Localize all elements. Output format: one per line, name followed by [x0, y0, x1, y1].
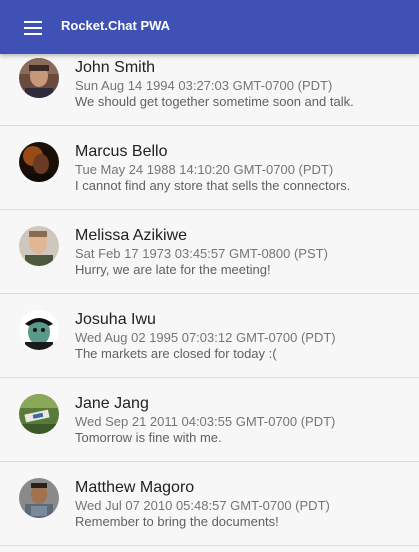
message-text: Tomorrow is fine with me. [75, 430, 222, 445]
message-date: Sun Aug 14 1994 03:27:03 GMT-0700 (PDT) [75, 78, 333, 93]
message-date: Wed Jul 07 2010 05:48:57 GMT-0700 (PDT) [75, 498, 330, 513]
contact-name: Melissa Azikiwe [75, 227, 188, 244]
message-date: Wed Sep 21 2011 04:03:55 GMT-0700 (PDT) [75, 414, 336, 429]
message-text: The markets are closed for today :( [75, 346, 277, 361]
app-title: Rocket.Chat PWA [61, 18, 171, 33]
message-text: I cannot find any store that sells the c… [75, 178, 351, 193]
list-item[interactable]: Josuha Iwu Wed Aug 02 1995 07:03:12 GMT-… [0, 294, 419, 378]
avatar [19, 478, 59, 518]
list-item[interactable]: Marcus Bello Tue May 24 1988 14:10:20 GM… [0, 126, 419, 210]
message-list: John Smith Sun Aug 14 1994 03:27:03 GMT-… [0, 42, 419, 546]
contact-name: Jane Jang [75, 395, 149, 412]
contact-name: Matthew Magoro [75, 479, 195, 496]
menu-icon[interactable] [19, 17, 47, 39]
avatar [19, 226, 59, 266]
contact-name: Marcus Bello [75, 143, 168, 160]
list-item[interactable]: Jane Jang Wed Sep 21 2011 04:03:55 GMT-0… [0, 378, 419, 462]
message-date: Sat Feb 17 1973 03:45:57 GMT-0800 (PST) [75, 246, 328, 261]
app-root: Rocket.Chat PWA John Smith Sun Aug 14 19… [0, 0, 419, 552]
avatar [19, 58, 59, 98]
message-text: We should get together sometime soon and… [75, 94, 354, 109]
message-date: Wed Aug 02 1995 07:03:12 GMT-0700 (PDT) [75, 330, 336, 345]
list-item[interactable]: John Smith Sun Aug 14 1994 03:27:03 GMT-… [0, 42, 419, 126]
message-date: Tue May 24 1988 14:10:20 GMT-0700 (PDT) [75, 162, 334, 177]
message-text: Hurry, we are late for the meeting! [75, 262, 271, 277]
contact-name: Josuha Iwu [75, 311, 156, 328]
avatar [19, 142, 59, 182]
app-toolbar: Rocket.Chat PWA [0, 0, 419, 54]
avatar [19, 394, 59, 434]
contact-name: John Smith [75, 59, 156, 76]
list-item[interactable]: Matthew Magoro Wed Jul 07 2010 05:48:57 … [0, 462, 419, 546]
list-item[interactable]: Melissa Azikiwe Sat Feb 17 1973 03:45:57… [0, 210, 419, 294]
avatar [19, 310, 59, 350]
message-text: Remember to bring the documents! [75, 514, 279, 529]
